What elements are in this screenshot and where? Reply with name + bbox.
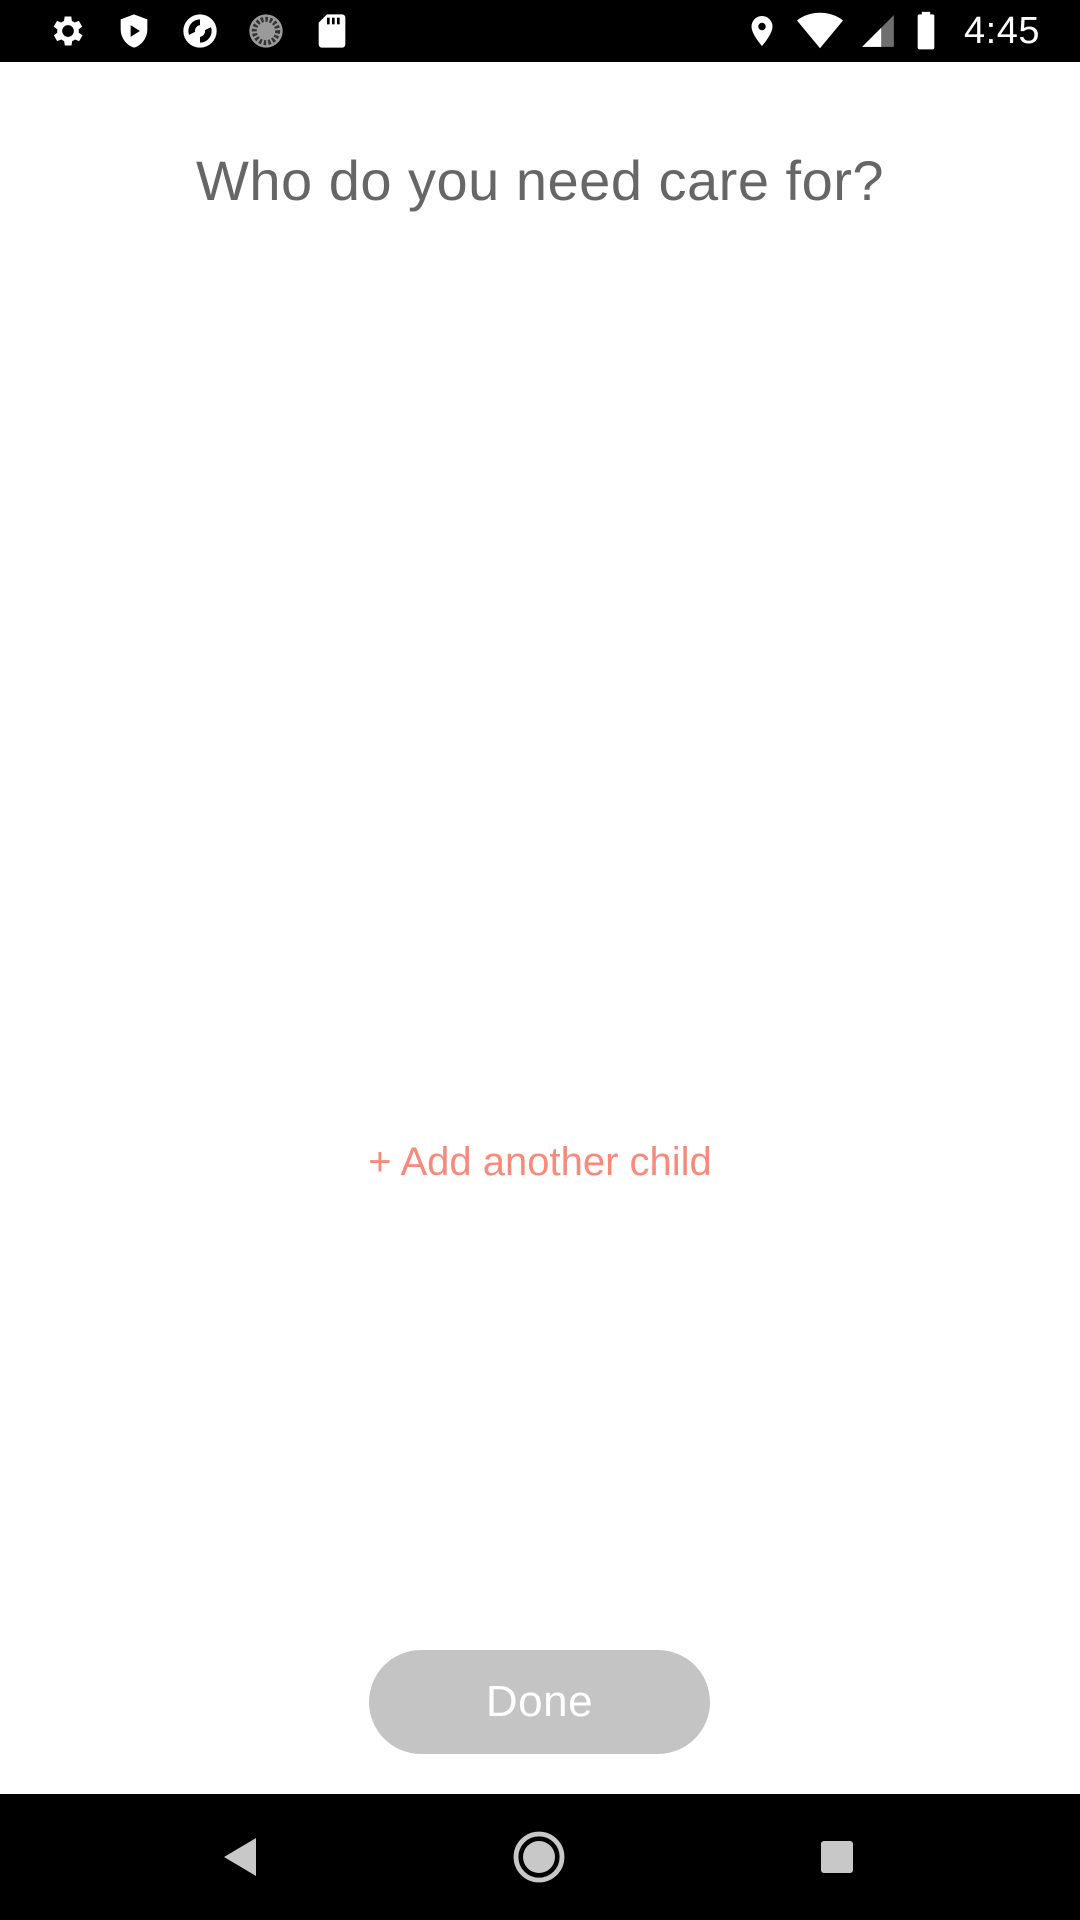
home-icon[interactable] xyxy=(479,1794,599,1920)
back-icon[interactable] xyxy=(180,1794,300,1920)
settings-gear-icon xyxy=(48,11,88,51)
status-bar-left xyxy=(48,0,352,62)
status-bar-right: 4:45 xyxy=(742,0,1040,62)
done-button[interactable]: Done xyxy=(369,1650,710,1754)
status-bar: 4:45 xyxy=(0,0,1080,62)
page-title: Who do you need care for? xyxy=(195,149,885,212)
navigation-bar xyxy=(0,1794,1080,1920)
screen: 4:45 Who do you need care for? + Add ano… xyxy=(0,0,1080,1920)
add-another-child-link[interactable]: + Add another child xyxy=(0,1140,1080,1185)
wifi-icon xyxy=(796,11,844,51)
sd-card-icon xyxy=(312,11,352,51)
recents-icon[interactable] xyxy=(777,1794,897,1920)
loading-circle-icon xyxy=(246,11,286,51)
cell-signal-icon xyxy=(858,11,898,51)
shield-icon xyxy=(114,11,154,51)
battery-icon xyxy=(912,11,940,51)
sync-app-icon xyxy=(180,11,220,51)
location-pin-icon xyxy=(742,11,782,51)
status-clock: 4:45 xyxy=(964,9,1040,52)
